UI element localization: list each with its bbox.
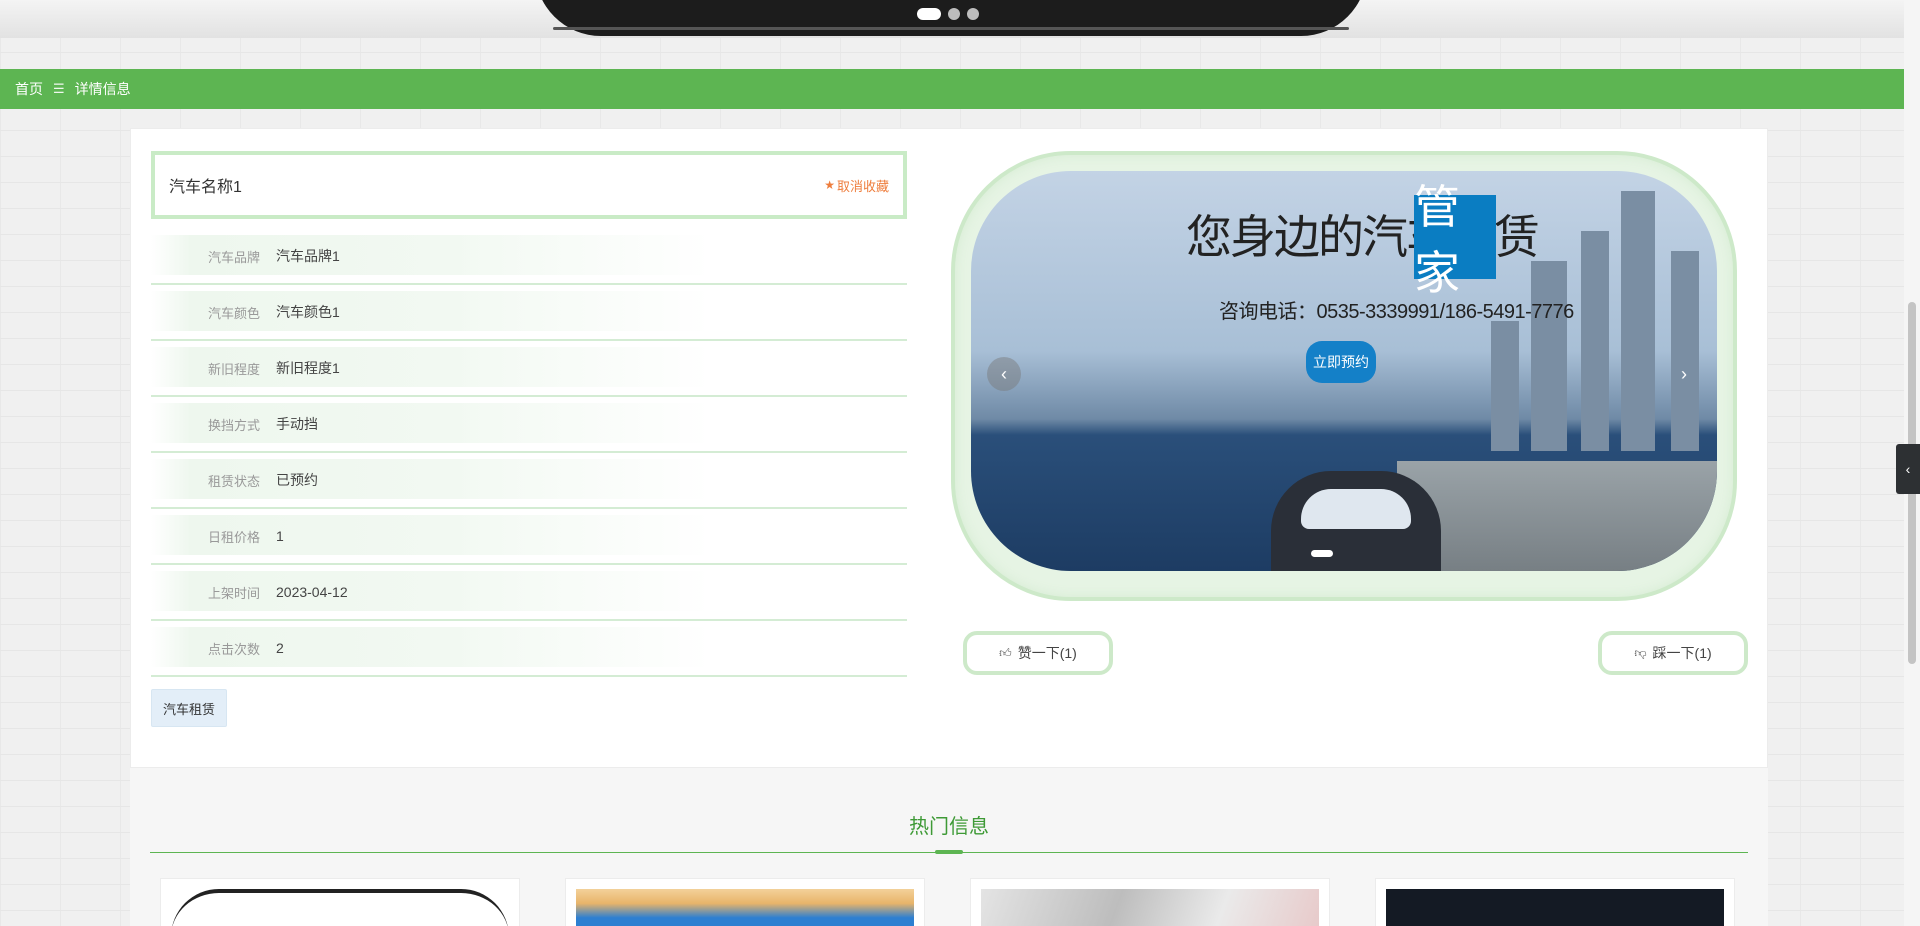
chevron-left-icon[interactable]: ‹ bbox=[987, 357, 1021, 391]
field-value: 2 bbox=[276, 640, 284, 656]
chevron-right-icon[interactable]: › bbox=[1667, 357, 1701, 391]
hot-card[interactable] bbox=[160, 878, 520, 926]
hot-card-image bbox=[981, 889, 1319, 926]
carousel-phone: 咨询电话：0535-3339991/186-5491-7776 bbox=[1219, 301, 1574, 323]
breadcrumb-separator-icon: ☰ bbox=[53, 81, 65, 96]
banner-indicators bbox=[917, 8, 979, 20]
field-label: 点击次数 bbox=[207, 641, 260, 657]
carousel-indicator[interactable] bbox=[1311, 550, 1333, 557]
field-label: 换挡方式 bbox=[207, 417, 260, 433]
image-carousel-frame: 您身边的汽车租赁 管家 咨询电话：0535-3339991/186-5491-7… bbox=[951, 151, 1737, 601]
like-label: 赞一下(1) bbox=[1017, 645, 1077, 661]
cancel-favorite-label: 取消收藏 bbox=[836, 178, 889, 194]
banner-indicator-1[interactable] bbox=[917, 8, 941, 20]
field-label: 汽车颜色 bbox=[207, 305, 260, 321]
hot-card-image bbox=[1386, 889, 1724, 926]
field-value: 手动挡 bbox=[276, 416, 318, 432]
field-row-rental-status: 租赁状态 已预约 bbox=[151, 453, 907, 509]
field-value: 汽车品牌1 bbox=[276, 248, 340, 264]
field-row-transmission: 换挡方式 手动挡 bbox=[151, 397, 907, 453]
field-label: 汽车品牌 bbox=[207, 249, 260, 265]
hot-card-image bbox=[171, 889, 509, 926]
detail-fields: 汽车品牌 汽车品牌1 汽车颜色 汽车颜色1 新旧程度 新旧程度1 换挡方式 手动… bbox=[151, 229, 907, 677]
field-value: 2023-04-12 bbox=[276, 584, 348, 600]
hot-card[interactable] bbox=[565, 878, 925, 926]
banner-indicator-2[interactable] bbox=[948, 8, 960, 20]
category-tag[interactable]: 汽车租赁 bbox=[151, 689, 227, 727]
field-label: 新旧程度 bbox=[207, 361, 260, 377]
thumbs-down-icon: 👎︎ bbox=[1634, 645, 1647, 660]
field-row-condition: 新旧程度 新旧程度1 bbox=[151, 341, 907, 397]
cancel-favorite-button[interactable]: ★ 取消收藏 bbox=[824, 176, 889, 195]
promenade-shape bbox=[1397, 461, 1717, 571]
like-button[interactable]: 👍︎ 赞一下(1) bbox=[963, 631, 1113, 675]
field-value: 新旧程度1 bbox=[276, 360, 340, 376]
building-shape bbox=[1581, 231, 1609, 451]
side-panel-toggle-icon[interactable]: ‹ bbox=[1896, 444, 1920, 494]
building-shape bbox=[1621, 191, 1655, 451]
field-value: 汽车颜色1 bbox=[276, 304, 340, 320]
field-label: 日租价格 bbox=[207, 529, 260, 545]
breadcrumb-current: 详情信息 bbox=[74, 81, 131, 97]
field-row-color: 汽车颜色 汽车颜色1 bbox=[151, 285, 907, 341]
hot-card[interactable] bbox=[970, 878, 1330, 926]
hot-card-image bbox=[576, 889, 914, 926]
car-image bbox=[1271, 471, 1441, 571]
hot-info-title: 热门信息 bbox=[909, 816, 989, 838]
dislike-label: 踩一下(1) bbox=[1652, 645, 1712, 661]
hot-info-divider bbox=[150, 850, 1748, 854]
image-carousel: 您身边的汽车租赁 管家 咨询电话：0535-3339991/186-5491-7… bbox=[971, 171, 1717, 571]
detail-panel: 汽车名称1 ★ 取消收藏 汽车品牌 汽车品牌1 汽车颜色 汽车颜色1 新旧程度 … bbox=[130, 128, 1768, 768]
top-banner-carousel bbox=[0, 0, 1904, 38]
book-now-button[interactable]: 立即预约 bbox=[1306, 341, 1376, 383]
field-label: 租赁状态 bbox=[207, 473, 260, 489]
field-label: 上架时间 bbox=[207, 585, 260, 601]
breadcrumb: 首页 ☰ 详情信息 bbox=[0, 69, 1904, 109]
field-row-daily-price: 日租价格 1 bbox=[151, 509, 907, 565]
field-row-listed-date: 上架时间 2023-04-12 bbox=[151, 565, 907, 621]
building-shape bbox=[1491, 321, 1519, 451]
hot-info-section: 热门信息 bbox=[130, 768, 1768, 926]
breadcrumb-home[interactable]: 首页 bbox=[15, 79, 43, 99]
banner-indicator-3[interactable] bbox=[967, 8, 979, 20]
thumbs-up-icon: 👍︎ bbox=[999, 645, 1012, 660]
hot-card[interactable] bbox=[1375, 878, 1735, 926]
field-value: 已预约 bbox=[276, 472, 318, 488]
field-value: 1 bbox=[276, 528, 284, 544]
dislike-button[interactable]: 👎︎ 踩一下(1) bbox=[1598, 631, 1748, 675]
building-shape bbox=[1671, 251, 1699, 451]
field-row-brand: 汽车品牌 汽车品牌1 bbox=[151, 229, 907, 285]
detail-title-box: 汽车名称1 ★ 取消收藏 bbox=[151, 151, 907, 219]
field-row-clicks: 点击次数 2 bbox=[151, 621, 907, 677]
car-name-title: 汽车名称1 bbox=[169, 179, 242, 196]
carousel-slogan-highlight: 管家 bbox=[1414, 181, 1496, 299]
building-shape bbox=[1531, 261, 1567, 451]
star-icon: ★ bbox=[824, 178, 835, 192]
